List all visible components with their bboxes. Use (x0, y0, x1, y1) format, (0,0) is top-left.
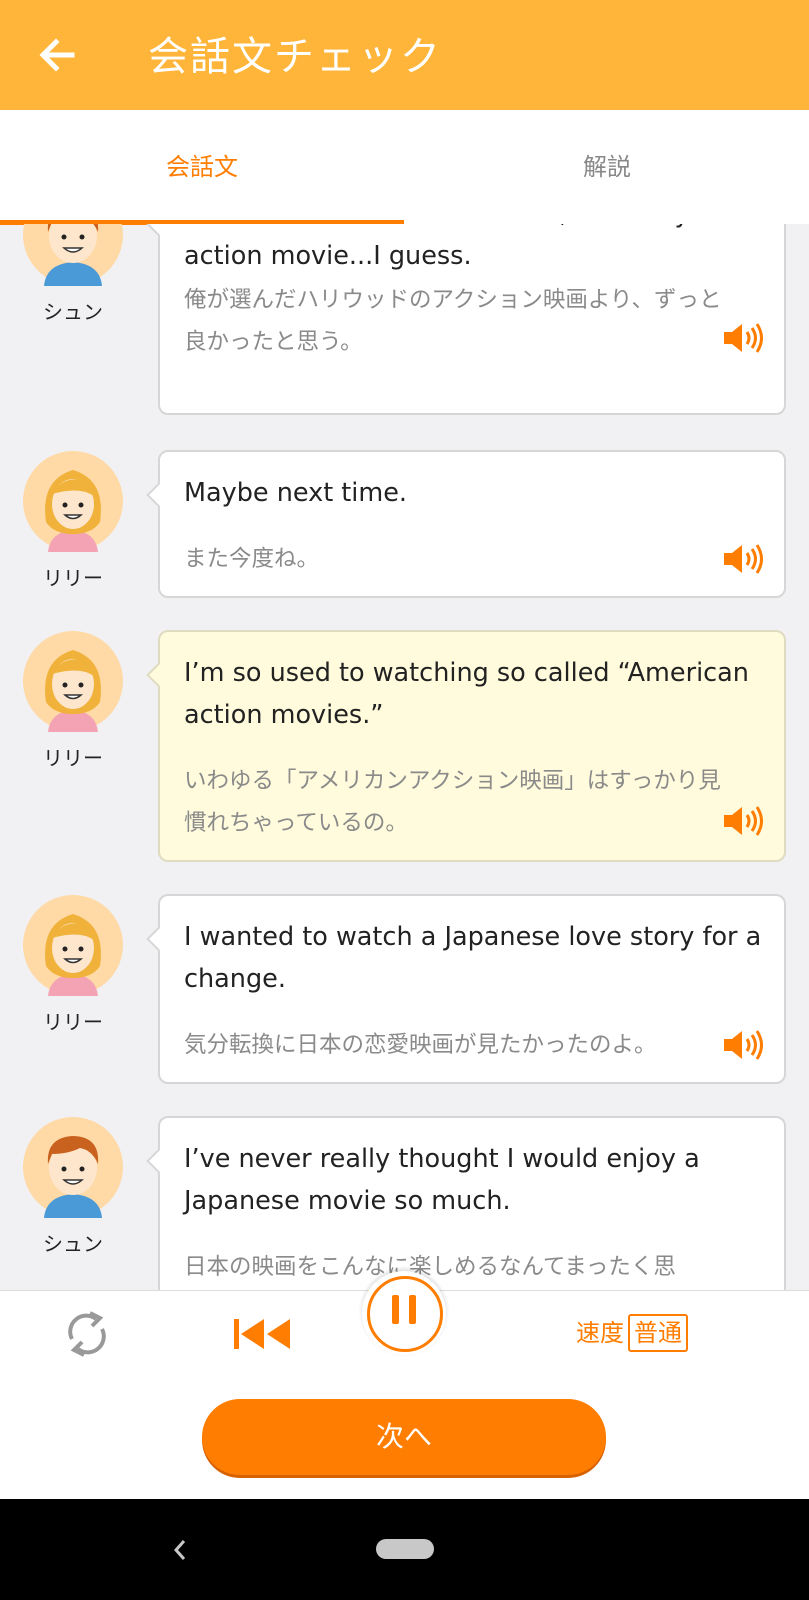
speed-label: 速度 (576, 1319, 624, 1347)
english-sentence: I wanted to watch a Japanese love story … (184, 922, 762, 994)
speaker-name: シュン (43, 300, 103, 324)
avatar-lily-icon (23, 895, 123, 996)
japanese-translation: 日本の映画をこんなに楽しめるなんてまったく思 (184, 1254, 676, 1280)
speaker-name: リリー (43, 566, 103, 590)
speaker-icon[interactable] (722, 542, 764, 576)
tab-bar: 会話文 解説 (0, 110, 809, 225)
avatar-lily-icon (23, 631, 123, 732)
nav-home-pill[interactable] (376, 1539, 434, 1559)
japanese-translation: 気分転換に日本の恋愛映画が見たかったのよ。 (184, 1032, 657, 1058)
page-title: 会話文チェック (148, 34, 442, 80)
app-bar: 会話文チェック (0, 0, 809, 110)
english-sentence: Maybe next time. (184, 478, 408, 508)
nav-back-icon[interactable] (168, 1535, 192, 1565)
avatar-lily-icon (23, 451, 123, 552)
japanese-translation: 俺が選んだハリウッドのアクション映画より、ずっと良かったと思う。 (184, 287, 722, 355)
dialogue-bubble-active[interactable]: I’m so used to watching so called “Ameri… (146, 630, 786, 862)
speaker-name: リリー (43, 746, 103, 770)
dialogue-bubble[interactable]: Maybe next time. また今度ね。 (146, 450, 786, 598)
bottom-bar: 次へ (0, 1377, 809, 1499)
japanese-translation: いわゆる「アメリカンアクション映画」はすっかり見慣れちゃっているの。 (184, 768, 721, 836)
dialogue-list[interactable]: シュン A far better choice than mine, the H… (0, 224, 809, 1290)
next-button[interactable]: 次へ (202, 1399, 606, 1475)
pause-button[interactable] (362, 1271, 446, 1355)
pause-icon (392, 1295, 399, 1324)
speaker-name: シュン (43, 1232, 103, 1256)
avatar-shun-icon (23, 1117, 123, 1218)
tab-explanation[interactable]: 解説 (405, 110, 809, 224)
skip-back-icon[interactable] (234, 1317, 294, 1351)
dialogue-bubble[interactable]: I’ve never really thought I would enjoy … (146, 1116, 786, 1290)
avatar-shun-icon (23, 224, 123, 286)
speaker-name: リリー (43, 1010, 103, 1034)
speaker-icon[interactable] (722, 1028, 764, 1062)
speaker-icon[interactable] (722, 804, 764, 838)
system-nav-bar (0, 1499, 809, 1600)
speed-value-badge[interactable]: 普通 (628, 1314, 688, 1352)
english-sentence: A far better choice than mine, the Holly… (184, 224, 758, 271)
arrow-left-icon[interactable] (36, 32, 82, 78)
dialogue-bubble[interactable]: A far better choice than mine, the Holly… (146, 224, 786, 415)
playback-controls: 速度 普通 (0, 1271, 809, 1378)
speed-control[interactable]: 速度 普通 (576, 1313, 688, 1352)
tab-dialogue[interactable]: 会話文 (0, 110, 404, 224)
japanese-translation: また今度ね。 (184, 546, 320, 572)
speaker-icon[interactable] (722, 321, 764, 355)
english-sentence: I’ve never really thought I would enjoy … (184, 1144, 700, 1216)
english-sentence: I’m so used to watching so called “Ameri… (184, 658, 749, 730)
repeat-icon[interactable] (62, 1309, 112, 1359)
dialogue-bubble[interactable]: I wanted to watch a Japanese love story … (146, 894, 786, 1084)
